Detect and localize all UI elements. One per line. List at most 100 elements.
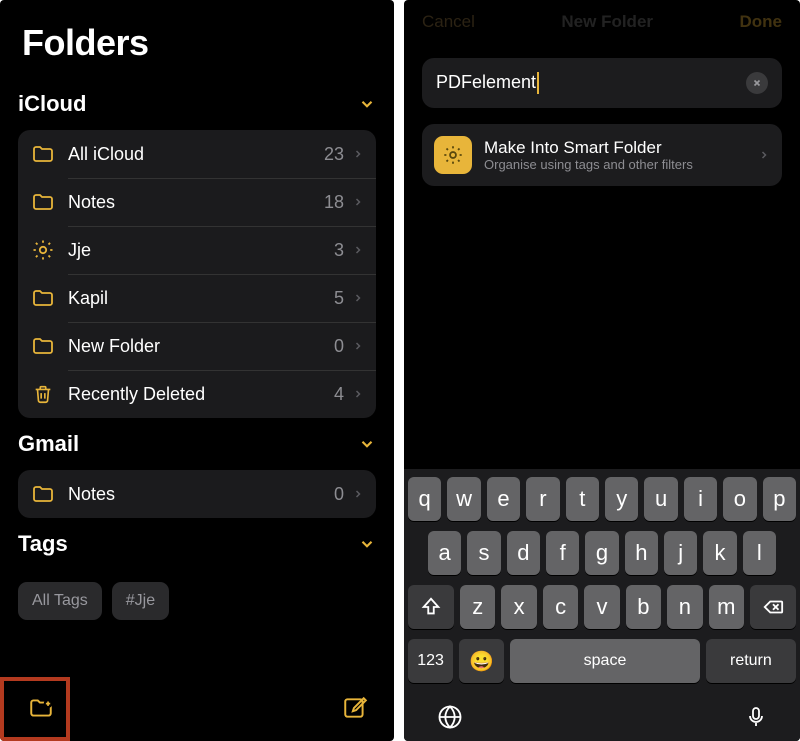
chevron-right-icon: [352, 386, 364, 402]
compose-button[interactable]: [342, 695, 368, 721]
key-h[interactable]: h: [625, 531, 658, 575]
key-e[interactable]: e: [487, 477, 520, 521]
new-folder-screen: Cancel New Folder Done PDFelement Make I…: [404, 0, 800, 741]
row-count: 23: [324, 144, 344, 165]
gmail-card: Notes 0: [18, 470, 376, 518]
chevron-right-icon: [352, 290, 364, 306]
chevron-right-icon: [352, 146, 364, 162]
chevron-down-icon: [358, 535, 376, 553]
row-label: Kapil: [68, 288, 334, 309]
key-x[interactable]: x: [501, 585, 536, 629]
key-s[interactable]: s: [467, 531, 500, 575]
row-label: Jje: [68, 240, 334, 261]
row-label: Notes: [68, 192, 324, 213]
key-b[interactable]: b: [626, 585, 661, 629]
row-count: 0: [334, 484, 344, 505]
folder-row-jje[interactable]: Jje 3: [18, 226, 376, 274]
globe-icon[interactable]: [436, 703, 464, 731]
numbers-key[interactable]: 123: [408, 639, 453, 683]
dictation-icon[interactable]: [744, 703, 768, 731]
chevron-down-icon: [358, 435, 376, 453]
section-header-icloud[interactable]: iCloud: [18, 78, 376, 130]
smart-folder-title: Make Into Smart Folder: [484, 138, 693, 158]
section-header-tags[interactable]: Tags: [18, 518, 376, 570]
key-g[interactable]: g: [585, 531, 618, 575]
section-header-gmail[interactable]: Gmail: [18, 418, 376, 470]
smart-folder-text: Make Into Smart Folder Organise using ta…: [484, 138, 693, 173]
folder-icon: [30, 141, 56, 167]
folder-icon: [30, 333, 56, 359]
chevron-right-icon: [352, 338, 364, 354]
tag-all-tags[interactable]: All Tags: [18, 582, 102, 620]
backspace-key[interactable]: [750, 585, 796, 629]
chevron-right-icon: [352, 242, 364, 258]
input-value: PDFelement: [436, 72, 746, 94]
folder-row-gmail-notes[interactable]: Notes 0: [18, 470, 376, 518]
key-j[interactable]: j: [664, 531, 697, 575]
key-w[interactable]: w: [447, 477, 480, 521]
key-a[interactable]: a: [428, 531, 461, 575]
highlight-overlay: [0, 677, 70, 741]
row-count: 5: [334, 288, 344, 309]
smart-folder-button[interactable]: Make Into Smart Folder Organise using ta…: [422, 124, 782, 186]
key-z[interactable]: z: [460, 585, 495, 629]
key-v[interactable]: v: [584, 585, 619, 629]
key-q[interactable]: q: [408, 477, 441, 521]
tag-jje[interactable]: #Jje: [112, 582, 169, 620]
key-y[interactable]: y: [605, 477, 638, 521]
key-i[interactable]: i: [684, 477, 717, 521]
key-l[interactable]: l: [743, 531, 776, 575]
chevron-right-icon: [352, 194, 364, 210]
folder-icon: [30, 285, 56, 311]
done-button[interactable]: Done: [739, 12, 782, 32]
emoji-key[interactable]: 😀: [459, 639, 504, 683]
page-title: Folders: [0, 0, 394, 78]
folder-icon: [30, 189, 56, 215]
gear-icon: [30, 237, 56, 263]
row-count: 4: [334, 384, 344, 405]
chevron-right-icon: [352, 486, 364, 502]
folder-icon: [30, 481, 56, 507]
nav-bar: Cancel New Folder Done: [404, 0, 800, 44]
row-count: 18: [324, 192, 344, 213]
cancel-button[interactable]: Cancel: [422, 12, 475, 32]
clear-button[interactable]: [746, 72, 768, 94]
key-u[interactable]: u: [644, 477, 677, 521]
folder-row-new-folder[interactable]: New Folder 0: [18, 322, 376, 370]
key-d[interactable]: d: [507, 531, 540, 575]
keyboard: q w e r t y u i o p a s d f g h j k l: [404, 469, 800, 741]
smart-folder-subtitle: Organise using tags and other filters: [484, 157, 693, 172]
key-r[interactable]: r: [526, 477, 559, 521]
folder-row-kapil[interactable]: Kapil 5: [18, 274, 376, 322]
folder-row-notes[interactable]: Notes 18: [18, 178, 376, 226]
folders-screen: Folders iCloud All iCloud 23 Notes: [0, 0, 394, 741]
chevron-right-icon: [758, 147, 770, 163]
key-n[interactable]: n: [667, 585, 702, 629]
key-c[interactable]: c: [543, 585, 578, 629]
row-label: All iCloud: [68, 144, 324, 165]
key-f[interactable]: f: [546, 531, 579, 575]
row-label: Notes: [68, 484, 334, 505]
key-o[interactable]: o: [723, 477, 756, 521]
section-title: Gmail: [18, 431, 79, 457]
key-t[interactable]: t: [566, 477, 599, 521]
space-key[interactable]: space: [510, 639, 700, 683]
key-m[interactable]: m: [709, 585, 744, 629]
key-k[interactable]: k: [703, 531, 736, 575]
folder-row-all-icloud[interactable]: All iCloud 23: [18, 130, 376, 178]
shift-key[interactable]: [408, 585, 454, 629]
key-p[interactable]: p: [763, 477, 796, 521]
folder-name-input[interactable]: PDFelement: [422, 58, 782, 108]
nav-title: New Folder: [561, 12, 653, 32]
icloud-card: All iCloud 23 Notes 18 Jje 3: [18, 130, 376, 418]
row-label: New Folder: [68, 336, 334, 357]
tag-row: All Tags #Jje: [18, 570, 376, 634]
return-key[interactable]: return: [706, 639, 796, 683]
section-title: iCloud: [18, 91, 86, 117]
gear-icon: [434, 136, 472, 174]
row-label: Recently Deleted: [68, 384, 334, 405]
text-cursor: [537, 72, 539, 94]
folder-row-recently-deleted[interactable]: Recently Deleted 4: [18, 370, 376, 418]
row-count: 0: [334, 336, 344, 357]
trash-icon: [30, 381, 56, 407]
